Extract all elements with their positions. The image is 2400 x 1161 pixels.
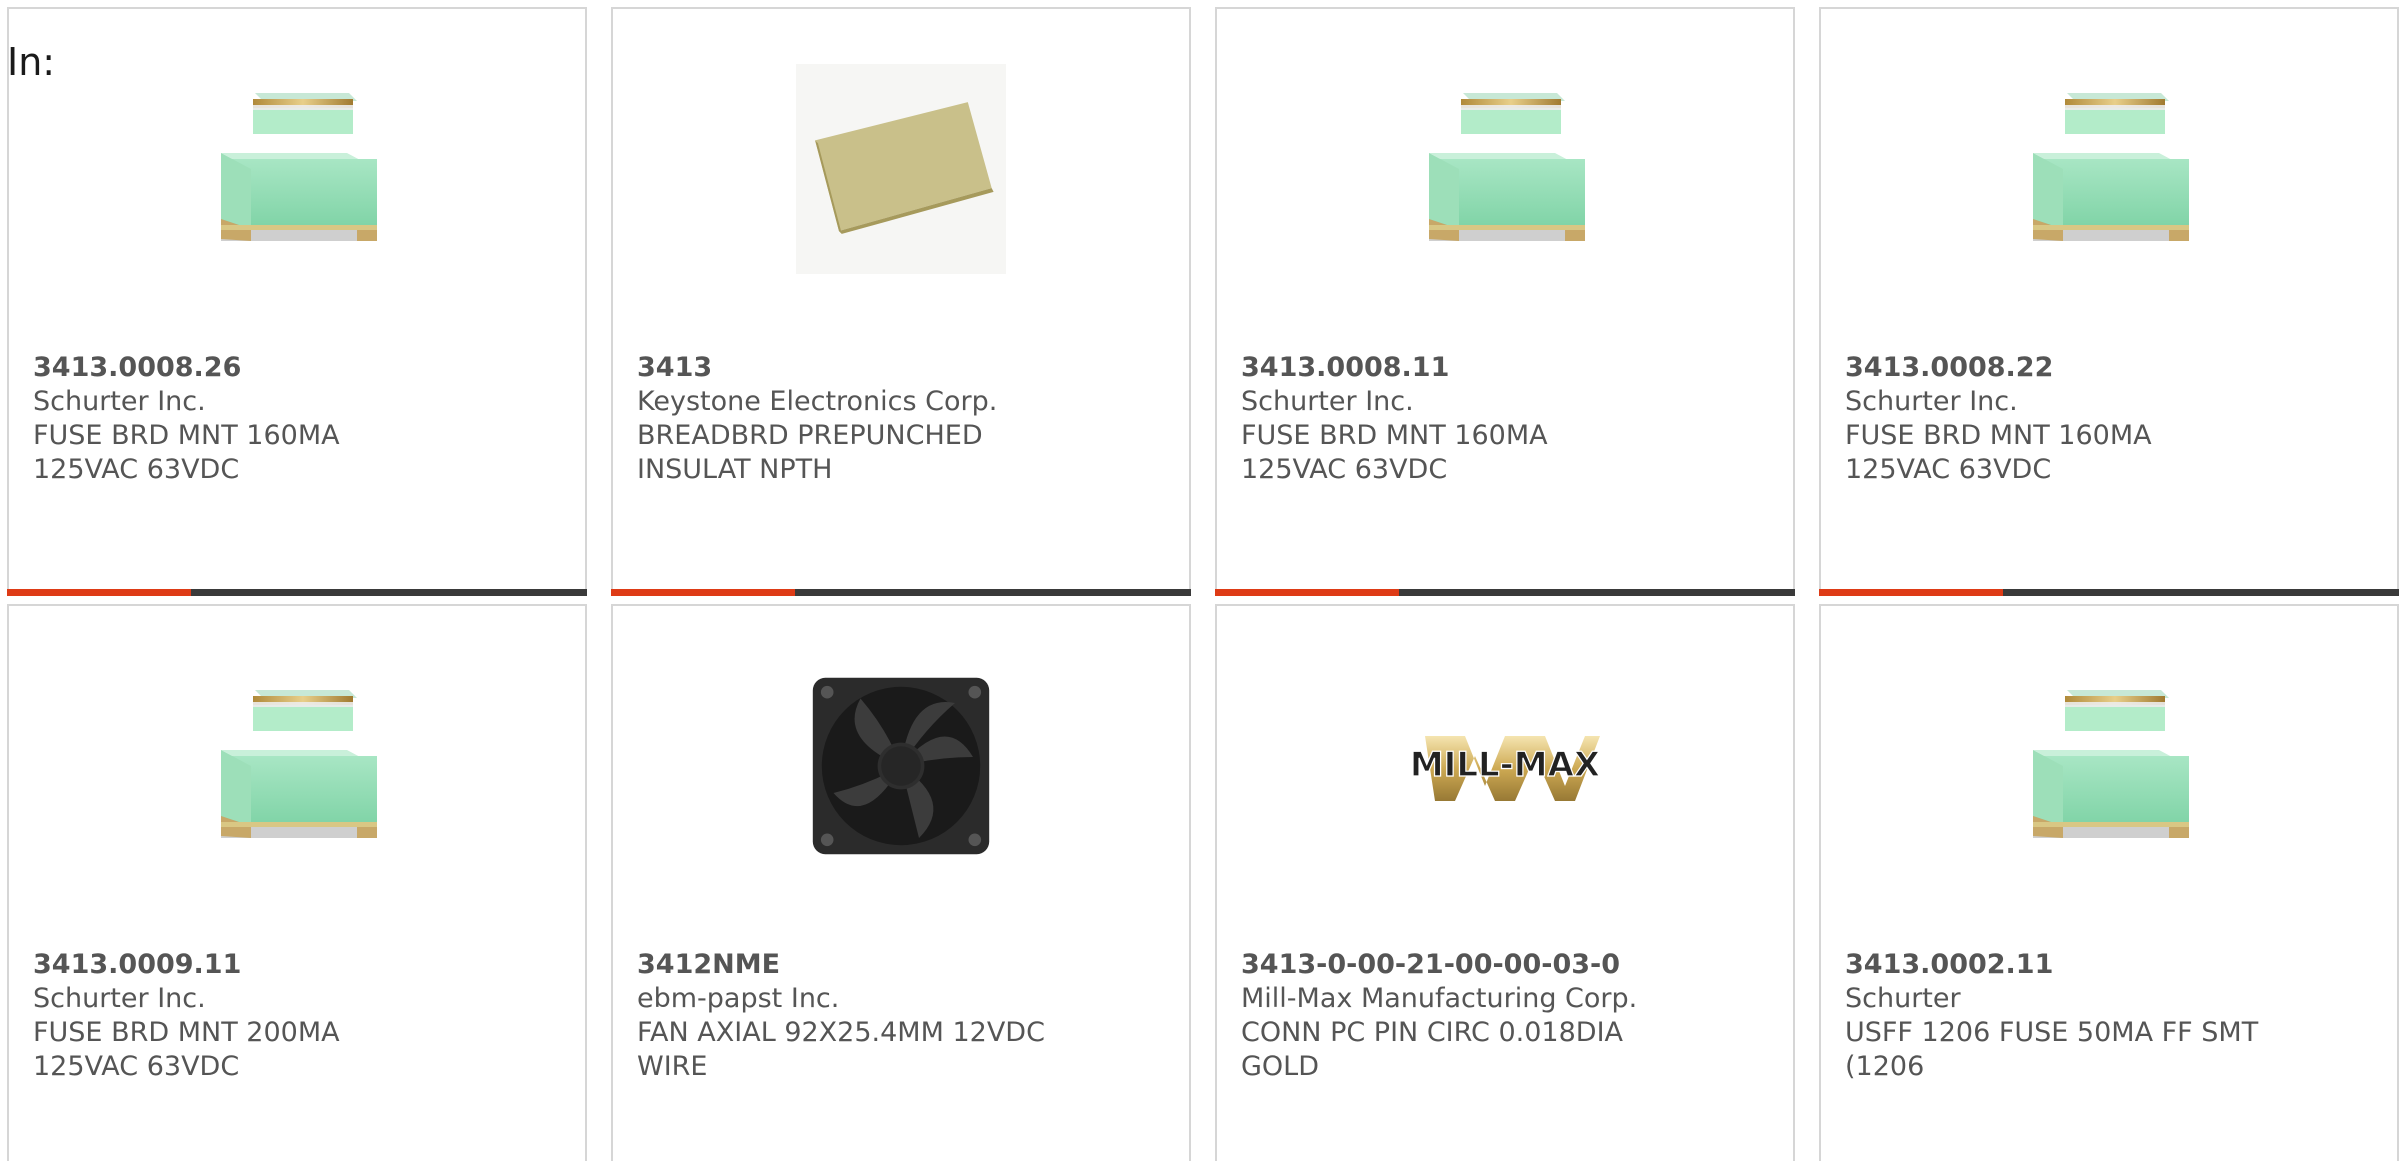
product-card[interactable]: 3413.0008.22 Schurter Inc. FUSE BRD MNT … (1819, 7, 2399, 596)
fuse-image (2019, 676, 2199, 856)
fuse-image (1415, 79, 1595, 259)
manufacturer: Schurter (1845, 983, 1961, 1014)
product-thumbnail[interactable] (1821, 49, 2397, 289)
product-thumbnail[interactable]: MILL-MAX (1217, 646, 1793, 886)
fuse-image (207, 676, 387, 856)
part-number-link[interactable]: 3412NME (637, 948, 1169, 982)
product-thumbnail[interactable] (613, 49, 1189, 289)
mill-max-logo: MILL-MAX (1409, 736, 1601, 801)
product-thumbnail[interactable] (9, 49, 585, 289)
part-number-link[interactable]: 3413 (637, 351, 1169, 385)
manufacturer: ebm-papst Inc. (637, 983, 840, 1014)
product-card[interactable]: 3413.0008.11 Schurter Inc. FUSE BRD MNT … (1215, 7, 1795, 596)
product-card[interactable]: 3413 Keystone Electronics Corp. BREADBRD… (611, 7, 1191, 596)
product-description: USFF 1206 FUSE 50MA FF SMT (1206 (1845, 1017, 2259, 1082)
product-description: FUSE BRD MNT 160MA 125VAC 63VDC (33, 420, 340, 485)
product-description: FAN AXIAL 92X25.4MM 12VDC WIRE (637, 1017, 1045, 1082)
manufacturer: Keystone Electronics Corp. (637, 386, 998, 417)
product-thumbnail[interactable] (613, 646, 1189, 886)
card-bottom-bar (1215, 589, 1795, 596)
card-bottom-bar (7, 589, 587, 596)
product-card[interactable]: 3413.0002.11 Schurter USFF 1206 FUSE 50M… (1819, 604, 2399, 1161)
manufacturer: Schurter Inc. (1845, 386, 2018, 417)
product-thumbnail[interactable] (1217, 49, 1793, 289)
part-number-link[interactable]: 3413.0002.11 (1845, 948, 2377, 982)
manufacturer: Schurter Inc. (33, 386, 206, 417)
product-description: FUSE BRD MNT 160MA 125VAC 63VDC (1241, 420, 1548, 485)
product-description: FUSE BRD MNT 200MA 125VAC 63VDC (33, 1017, 340, 1082)
card-bottom-bar (1819, 589, 2399, 596)
part-number-link[interactable]: 3413.0009.11 (33, 948, 565, 982)
part-number-link[interactable]: 3413.0008.11 (1241, 351, 1773, 385)
fuse-image (207, 79, 387, 259)
manufacturer: Schurter Inc. (33, 983, 206, 1014)
part-number-link[interactable]: 3413-0-00-21-00-00-03-0 (1241, 948, 1773, 982)
filter-label: In: (7, 40, 56, 84)
part-number-link[interactable]: 3413.0008.26 (33, 351, 565, 385)
product-description: FUSE BRD MNT 160MA 125VAC 63VDC (1845, 420, 2152, 485)
product-thumbnail[interactable] (1821, 646, 2397, 886)
product-grid: 3413.0008.26 Schurter Inc. FUSE BRD MNT … (7, 7, 2399, 1161)
product-description: BREADBRD PREPUNCHED INSULAT NPTH (637, 420, 983, 485)
product-card[interactable]: 3413.0009.11 Schurter Inc. FUSE BRD MNT … (7, 604, 587, 1161)
breadboard-image (796, 64, 1006, 274)
product-description: CONN PC PIN CIRC 0.018DIA GOLD (1241, 1017, 1624, 1082)
part-number-link[interactable]: 3413.0008.22 (1845, 351, 2377, 385)
fan-image (811, 676, 991, 856)
product-thumbnail[interactable] (9, 646, 585, 886)
product-card[interactable]: 3413.0008.26 Schurter Inc. FUSE BRD MNT … (7, 7, 587, 596)
product-results-page: In: 3413.0008.26 Schurter Inc. FUSE BRD … (0, 0, 2400, 1161)
svg-text:MILL-MAX: MILL-MAX (1410, 745, 1600, 785)
fuse-image (2019, 79, 2199, 259)
manufacturer: Schurter Inc. (1241, 386, 1414, 417)
product-card[interactable]: MILL-MAX 3413-0-00-21-00-00-03-0 Mill-Ma… (1215, 604, 1795, 1161)
card-bottom-bar (611, 589, 1191, 596)
manufacturer: Mill-Max Manufacturing Corp. (1241, 983, 1638, 1014)
product-card[interactable]: 3412NME ebm-papst Inc. FAN AXIAL 92X25.4… (611, 604, 1191, 1161)
